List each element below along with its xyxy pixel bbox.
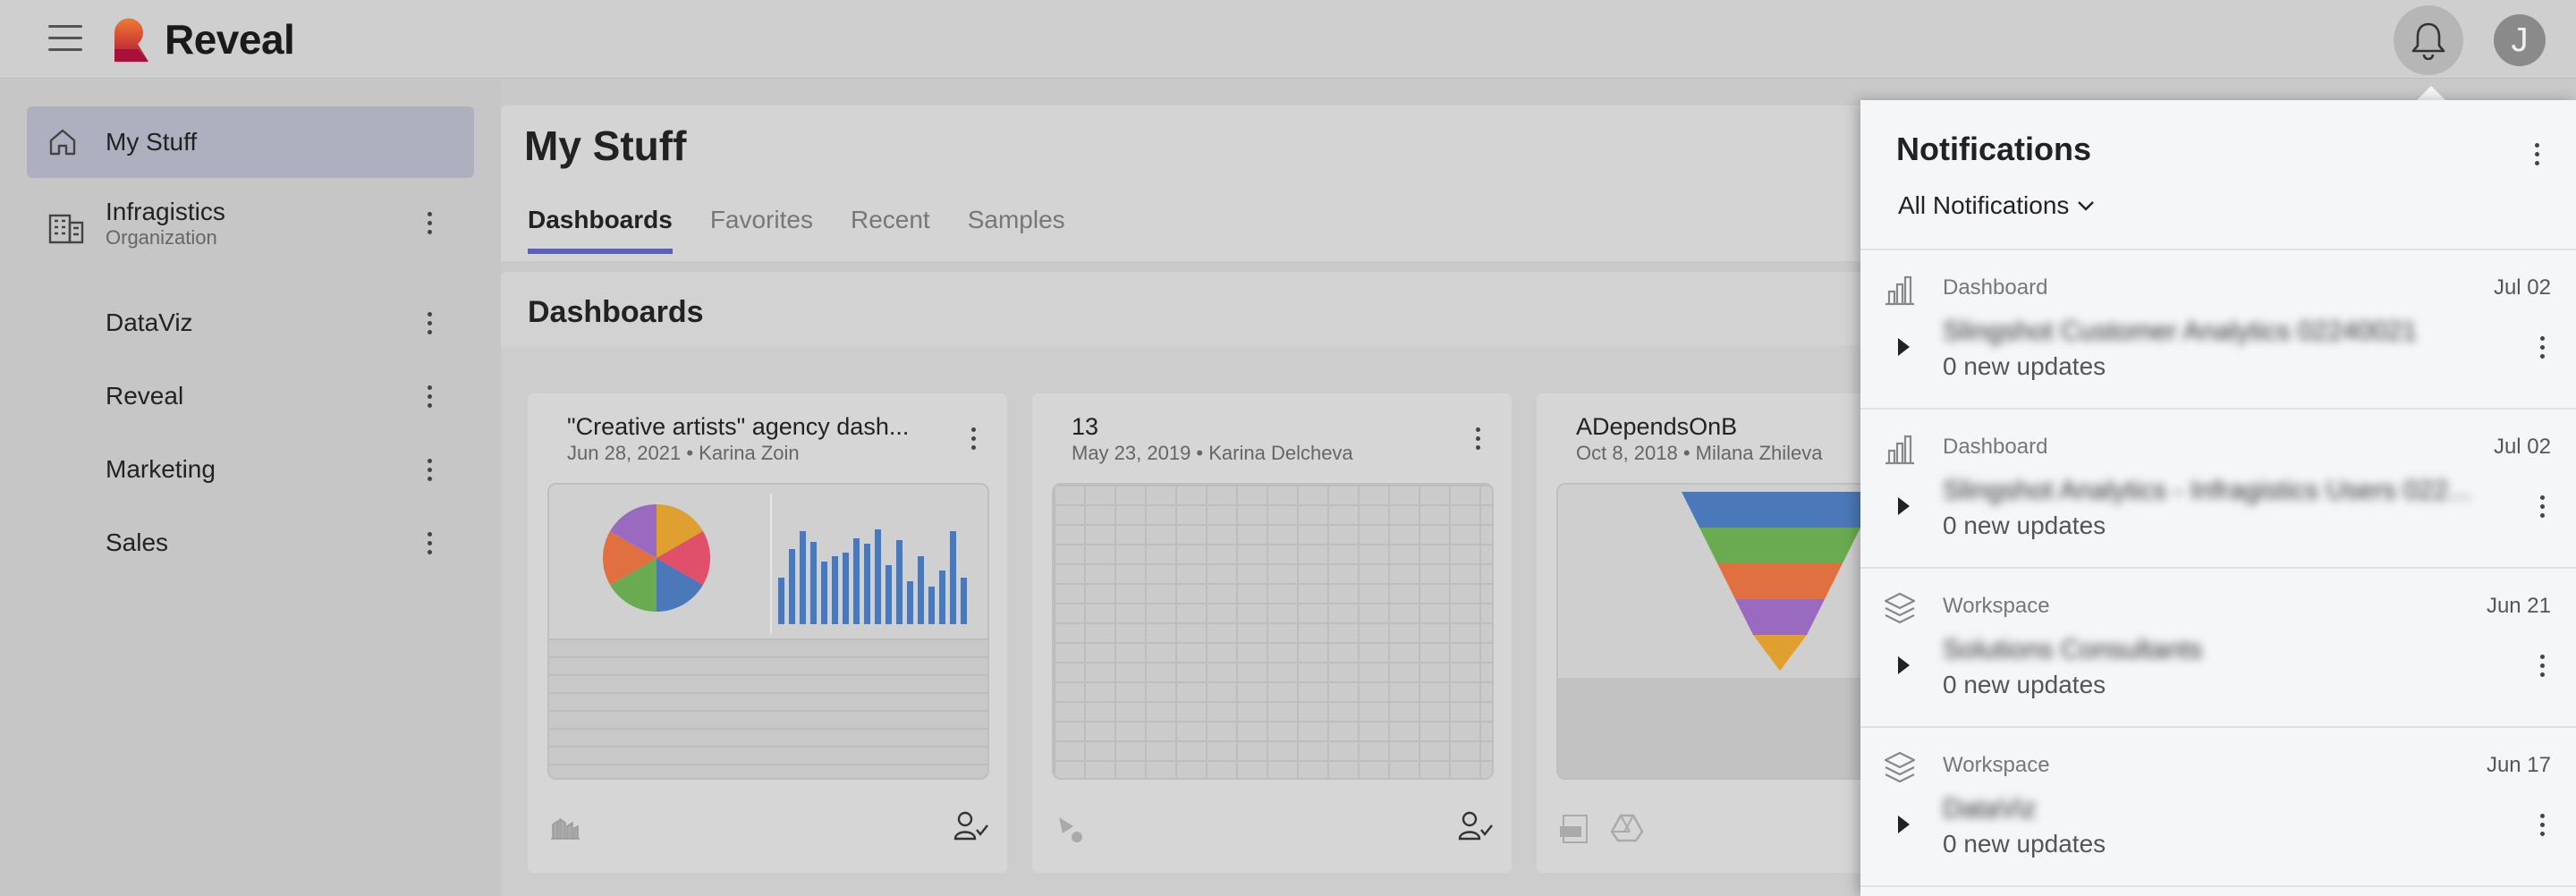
dashboards-section: Dashboards "Creative artists" agency das… bbox=[501, 272, 2016, 896]
more-options-icon[interactable] bbox=[420, 452, 438, 487]
dashboard-thumbnail bbox=[1052, 483, 1494, 780]
expand-arrow-icon[interactable] bbox=[1898, 816, 1910, 833]
more-options-icon[interactable] bbox=[420, 205, 438, 241]
sidebar-item-sales[interactable]: Sales bbox=[27, 507, 474, 579]
sidebar-item-infragistics[interactable]: Infragistics Organization bbox=[27, 178, 474, 267]
section-header: Dashboards bbox=[501, 272, 1860, 345]
sidebar-item-marketing[interactable]: Marketing bbox=[27, 434, 474, 505]
more-options-icon[interactable] bbox=[420, 525, 438, 561]
notification-updates: 0 new updates bbox=[1943, 352, 2106, 380]
tab-bar: Dashboards Favorites Recent Samples bbox=[528, 206, 1103, 254]
dashboard-card-title: "Creative artists" agency dash... bbox=[567, 413, 910, 440]
notification-date: Jul 02 bbox=[2493, 435, 2551, 459]
table-thumbnail bbox=[549, 638, 987, 778]
bell-icon bbox=[2411, 22, 2445, 60]
more-options-icon[interactable] bbox=[1469, 420, 1487, 456]
notifications-filter-value: All Notifications bbox=[1898, 191, 2070, 219]
bar-chart-icon bbox=[1885, 435, 1914, 465]
dashboard-card-meta: Jun 28, 2021 • Karina Zoin bbox=[567, 442, 800, 464]
notifications-panel: Notifications All Notifications Dashboar… bbox=[1860, 100, 2576, 896]
sidebar-item-label: Infragistics bbox=[106, 198, 225, 225]
shared-with-me-icon bbox=[1458, 811, 1493, 841]
dashboard-card[interactable]: "Creative artists" agency dash... Jun 28… bbox=[528, 393, 1007, 873]
more-options-icon[interactable] bbox=[420, 378, 438, 414]
expand-arrow-icon[interactable] bbox=[1898, 497, 1910, 515]
sidebar-item-label: My Stuff bbox=[106, 128, 198, 156]
notification-name: Slingshot Analytics - Infragistics Users… bbox=[1943, 476, 2471, 505]
sidebar-item-reveal[interactable]: Reveal bbox=[27, 360, 474, 432]
notification-type: Dashboard bbox=[1943, 275, 2048, 300]
notifications-title: Notifications bbox=[1896, 131, 2092, 167]
sidebar-item-label: DataViz bbox=[106, 309, 193, 336]
section-title: Dashboards bbox=[528, 295, 704, 329]
tab-dashboards[interactable]: Dashboards bbox=[528, 206, 673, 254]
google-drive-icon bbox=[1610, 814, 1644, 842]
user-avatar[interactable]: J bbox=[2494, 14, 2546, 66]
notification-updates: 0 new updates bbox=[1943, 830, 2106, 858]
notification-name: Slingshot Customer Analytics 02240021 bbox=[1943, 317, 2418, 346]
notification-type: Workspace bbox=[1943, 594, 2050, 618]
notification-name: Solutions Consultants bbox=[1943, 635, 2203, 664]
app-name: Reveal bbox=[165, 16, 295, 63]
reveal-logo-icon bbox=[114, 18, 148, 62]
tab-recent[interactable]: Recent bbox=[851, 206, 930, 250]
top-bar: Reveal J bbox=[0, 0, 2576, 79]
sidebar-item-my-stuff[interactable]: My Stuff bbox=[27, 106, 474, 178]
notification-item[interactable]: Workspace Jun 21 Solutions Consultants 0… bbox=[1860, 569, 2576, 728]
more-options-icon[interactable] bbox=[964, 420, 982, 456]
notifications-button[interactable] bbox=[2394, 5, 2463, 75]
sidebar-item-sublabel: Organization bbox=[106, 226, 217, 249]
more-options-icon[interactable] bbox=[2533, 329, 2551, 365]
more-options-icon[interactable] bbox=[2533, 488, 2551, 524]
layers-icon bbox=[1884, 751, 1916, 783]
bar-chart-icon bbox=[1885, 275, 1914, 306]
dashboard-card-meta: May 23, 2019 • Karina Delcheva bbox=[1072, 442, 1353, 464]
datasource-icon bbox=[1059, 817, 1082, 842]
notification-updates: 0 new updates bbox=[1943, 671, 2106, 698]
notification-updates: 0 new updates bbox=[1943, 511, 2106, 539]
notification-item[interactable]: Workspace Jun 17 DataViz 0 new updates bbox=[1860, 728, 2576, 887]
sidebar-item-label: Reveal bbox=[106, 382, 184, 410]
notification-type: Dashboard bbox=[1943, 435, 2048, 459]
page-header: My Stuff Dashboards Favorites Recent Sam… bbox=[501, 106, 1860, 261]
datasource-icon bbox=[551, 817, 580, 840]
notification-item[interactable]: Dashboard Jul 02 Slingshot Customer Anal… bbox=[1860, 250, 2576, 410]
notifications-more-options-icon[interactable] bbox=[2528, 136, 2546, 172]
more-options-icon[interactable] bbox=[420, 305, 438, 341]
notification-type: Workspace bbox=[1943, 753, 2050, 777]
expand-arrow-icon[interactable] bbox=[1898, 656, 1910, 674]
more-options-icon[interactable] bbox=[2533, 647, 2551, 683]
notification-date: Jun 17 bbox=[2486, 753, 2551, 777]
dashboard-card-title: 13 bbox=[1072, 413, 1099, 440]
app-logo[interactable]: Reveal bbox=[111, 14, 295, 64]
sidebar-item-label: Sales bbox=[106, 528, 169, 556]
table-thumbnail bbox=[1054, 485, 1492, 778]
dashboard-card-meta: Oct 8, 2018 • Milana Zhileva bbox=[1576, 442, 1823, 464]
csv-file-icon bbox=[1560, 815, 1588, 843]
dashboard-card[interactable]: 13 May 23, 2019 • Karina Delcheva bbox=[1032, 393, 1512, 873]
expand-arrow-icon[interactable] bbox=[1898, 338, 1910, 356]
layers-icon bbox=[1884, 592, 1916, 624]
tab-favorites[interactable]: Favorites bbox=[710, 206, 813, 250]
building-icon bbox=[48, 214, 84, 244]
sidebar: My Stuff Infragistics Organization DataV… bbox=[0, 80, 501, 896]
dashboard-thumbnail bbox=[547, 483, 989, 780]
page-title: My Stuff bbox=[524, 123, 687, 169]
notification-date: Jun 21 bbox=[2486, 594, 2551, 618]
chevron-down-icon bbox=[2078, 201, 2095, 211]
shared-with-me-icon bbox=[953, 811, 988, 841]
more-options-icon[interactable] bbox=[2533, 807, 2551, 842]
hamburger-menu-icon[interactable] bbox=[48, 25, 82, 52]
notification-item[interactable]: Dashboard Jul 02 Slingshot Analytics - I… bbox=[1860, 410, 2576, 569]
sidebar-item-dataviz[interactable]: DataViz bbox=[27, 287, 474, 359]
notifications-filter-dropdown[interactable]: All Notifications bbox=[1898, 191, 2096, 220]
pie-chart-thumbnail bbox=[549, 485, 987, 642]
home-icon bbox=[49, 129, 76, 156]
tab-samples[interactable]: Samples bbox=[968, 206, 1065, 250]
notification-date: Jul 02 bbox=[2493, 275, 2551, 300]
sidebar-item-label: Marketing bbox=[106, 455, 216, 483]
notification-name: DataViz bbox=[1943, 794, 2037, 824]
